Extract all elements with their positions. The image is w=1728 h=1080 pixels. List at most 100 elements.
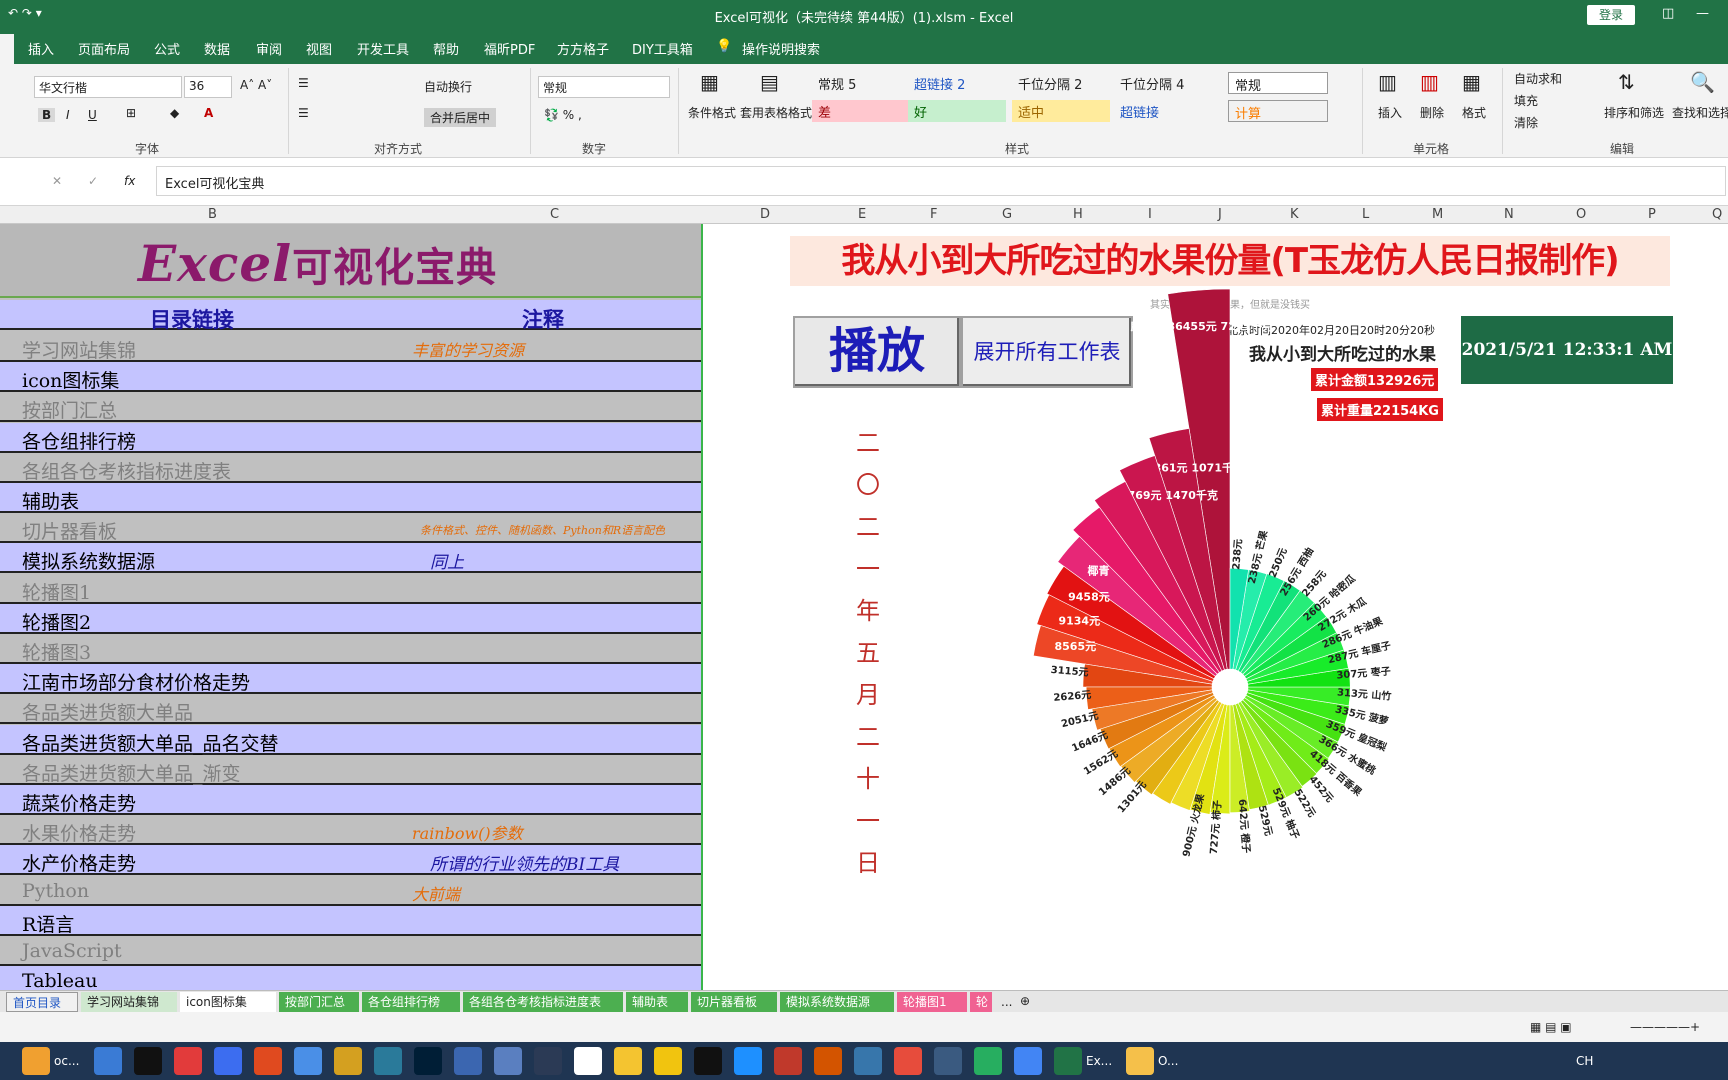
font-color-icon[interactable]: A — [204, 106, 213, 120]
sort-filter-icon[interactable]: ⇅ — [1618, 70, 1635, 94]
merge-center-button[interactable]: 合并后居中 — [424, 108, 497, 127]
table-format-button[interactable]: 套用表格格式 — [740, 104, 812, 121]
tab-start-active[interactable] — [0, 34, 14, 64]
sheet-tab[interactable]: 切片器看板 — [691, 992, 777, 1012]
catalog-link[interactable]: 各品类进货额大单品_品名交替 — [22, 729, 279, 756]
wrap-text-button[interactable]: 自动换行 — [424, 78, 472, 95]
tab-review[interactable]: 审阅 — [256, 39, 282, 58]
taskbar-app-icon[interactable] — [934, 1047, 962, 1075]
taskbar-app-icon[interactable] — [654, 1047, 682, 1075]
taskbar-app-icon[interactable] — [134, 1047, 162, 1075]
col-header-q[interactable]: Q — [1712, 207, 1722, 222]
taskbar-app-icon[interactable] — [1054, 1047, 1082, 1075]
catalog-link[interactable]: 各品类进货额大单品_渐变 — [22, 759, 241, 786]
style-cell[interactable]: 计算 — [1228, 100, 1328, 122]
tab-foxit-pdf[interactable]: 福昕PDF — [484, 39, 535, 58]
sheet-tab[interactable]: 辅助表 — [626, 992, 688, 1012]
taskbar-app-icon[interactable] — [334, 1047, 362, 1075]
sort-filter-button[interactable]: 排序和筛选 — [1604, 104, 1664, 121]
catalog-link[interactable]: 轮播图1 — [22, 578, 91, 605]
taskbar-app-icon[interactable] — [774, 1047, 802, 1075]
catalog-link[interactable]: 蔬菜价格走势 — [22, 789, 136, 816]
catalog-link[interactable]: Python — [22, 880, 89, 902]
taskbar-app-icon[interactable] — [1126, 1047, 1154, 1075]
catalog-row[interactable]: 切片器看板 条件格式、控件、随机函数、Python和R语言配色 — [0, 513, 701, 544]
catalog-link[interactable]: 模拟系统数据源 — [22, 547, 155, 574]
tab-formulas[interactable]: 公式 — [154, 39, 180, 58]
catalog-row[interactable]: Tableau — [0, 966, 701, 990]
taskbar-app-icon[interactable] — [694, 1047, 722, 1075]
taskbar-app-icon[interactable] — [414, 1047, 442, 1075]
taskbar-app-icon[interactable] — [214, 1047, 242, 1075]
formula-input[interactable]: Excel可视化宝典 — [156, 166, 1726, 196]
autosum-button[interactable]: 自动求和 — [1514, 70, 1562, 87]
style-cell[interactable]: 常规 — [1228, 72, 1328, 94]
catalog-row[interactable]: 按部门汇总 — [0, 392, 701, 423]
catalog-row[interactable]: 模拟系统数据源 同上 — [0, 543, 701, 574]
taskbar-app-icon[interactable] — [254, 1047, 282, 1075]
catalog-link[interactable]: 切片器看板 — [22, 517, 117, 544]
catalog-row[interactable]: 辅助表 — [0, 483, 701, 513]
border-icon[interactable]: ⊞ — [126, 106, 136, 120]
taskbar-app-icon[interactable] — [94, 1047, 122, 1075]
minimize-icon[interactable]: — — [1696, 6, 1709, 21]
tab-developer[interactable]: 开发工具 — [357, 39, 409, 58]
number-format-select[interactable]: 常规 — [538, 76, 670, 98]
font-grow-icon[interactable]: A˄ A˅ — [240, 78, 272, 92]
fx-icon[interactable]: fx — [124, 174, 135, 188]
catalog-link[interactable]: 水产价格走势 — [22, 849, 136, 876]
catalog-link[interactable]: 按部门汇总 — [22, 396, 117, 423]
catalog-link[interactable]: 轮播图2 — [22, 608, 91, 635]
style-cell[interactable]: 适中 — [1012, 100, 1110, 122]
sheet-tab[interactable]: 各仓组排行榜 — [362, 992, 460, 1012]
style-cell[interactable]: 好 — [908, 100, 1006, 122]
align-top-icon[interactable]: ☰ — [298, 76, 309, 90]
currency-icon[interactable]: 💱 % , — [544, 108, 582, 122]
catalog-link[interactable]: 各品类进货额大单品 — [22, 698, 193, 725]
taskbar-app-icon[interactable] — [494, 1047, 522, 1075]
col-header-d[interactable]: D — [760, 207, 770, 222]
style-cell[interactable]: 常规 5 — [812, 72, 910, 94]
view-mode-icons[interactable]: ▦ ▤ ▣ — [1530, 1020, 1572, 1034]
catalog-row[interactable]: 水果价格走势 rainbow()参数 — [0, 815, 701, 846]
catalog-row[interactable]: 各品类进货额大单品 — [0, 694, 701, 725]
sheet-tab[interactable]: 各组各仓考核指标进度表 — [463, 992, 623, 1012]
catalog-row[interactable]: 江南市场部分食材价格走势 — [0, 664, 701, 695]
catalog-row[interactable]: 蔬菜价格走势 — [0, 785, 701, 815]
style-cell[interactable]: 超链接 — [1114, 100, 1212, 122]
sheet-tab[interactable]: 轮 — [970, 992, 992, 1012]
insert-cells-button[interactable]: 插入 — [1378, 104, 1402, 121]
tab-fangfang[interactable]: 方方格子 — [557, 39, 609, 58]
tab-page-layout[interactable]: 页面布局 — [78, 39, 130, 58]
style-cell[interactable]: 超链接 2 — [908, 72, 1006, 94]
catalog-row[interactable]: 各组各仓考核指标进度表 — [0, 452, 701, 483]
login-button[interactable]: 登录 — [1587, 5, 1635, 25]
sheet-tab[interactable]: 按部门汇总 — [279, 992, 359, 1012]
italic-button[interactable]: I — [66, 108, 70, 122]
cancel-icon[interactable]: ✕ — [52, 174, 62, 188]
catalog-row[interactable]: 学习网站集锦 丰富的学习资源 — [0, 332, 701, 362]
fill-color-icon[interactable]: ◆ — [170, 106, 179, 120]
style-cell[interactable]: 千位分隔 2 — [1012, 72, 1110, 94]
taskbar-app-icon[interactable] — [734, 1047, 762, 1075]
ribbon-display-icon[interactable]: ◫ — [1662, 6, 1674, 21]
find-select-button[interactable]: 查找和选择 — [1672, 104, 1728, 121]
col-header-i[interactable]: I — [1148, 207, 1152, 222]
style-cell[interactable]: 差 — [812, 100, 910, 122]
taskbar-app-icon[interactable] — [174, 1047, 202, 1075]
tab-view[interactable]: 视图 — [306, 39, 332, 58]
catalog-link[interactable]: 学习网站集锦 — [22, 336, 136, 363]
taskbar-app-icon[interactable] — [854, 1047, 882, 1075]
catalog-link[interactable]: 各仓组排行榜 — [22, 427, 136, 454]
taskbar-app-icon[interactable] — [22, 1047, 50, 1075]
catalog-row[interactable]: 各品类进货额大单品_渐变 — [0, 754, 701, 786]
col-header-o[interactable]: O — [1576, 207, 1586, 222]
col-header-n[interactable]: N — [1504, 207, 1514, 222]
taskbar-app-icon[interactable] — [454, 1047, 482, 1075]
col-header-c[interactable]: C — [550, 207, 559, 222]
insert-cells-icon[interactable]: ▥ — [1378, 70, 1397, 94]
conditional-format-button[interactable]: 条件格式 — [688, 104, 736, 121]
catalog-row[interactable]: 轮播图2 — [0, 603, 701, 635]
catalog-row[interactable]: Python 大前端 — [0, 875, 701, 906]
bold-button[interactable]: B — [38, 108, 56, 122]
